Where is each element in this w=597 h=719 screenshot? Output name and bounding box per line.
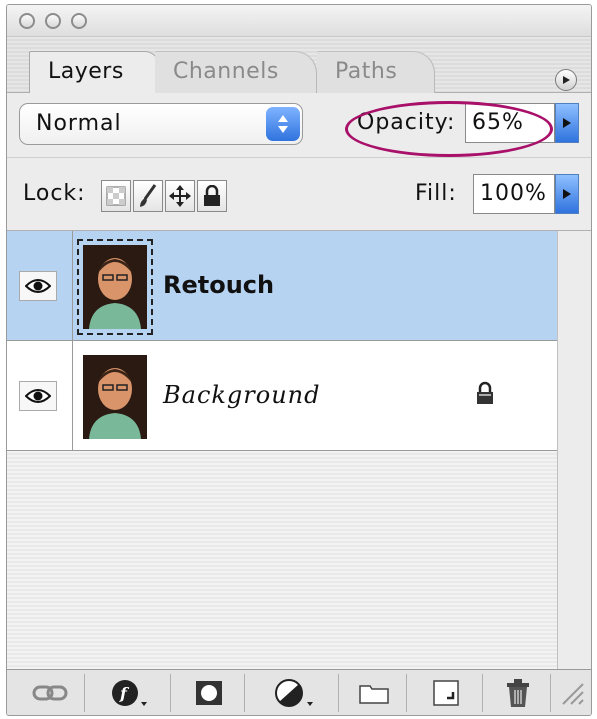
- tab-channels-label: Channels: [173, 59, 279, 84]
- layer-thumbnail: [83, 245, 147, 329]
- close-button[interactable]: [19, 13, 35, 29]
- visibility-toggle[interactable]: [19, 381, 57, 411]
- visibility-cell: [7, 231, 73, 341]
- transparency-lock-icon: [106, 186, 126, 206]
- delete-layer-button[interactable]: [485, 674, 551, 712]
- layer-row-retouch[interactable]: Retouch: [7, 231, 559, 341]
- lock-position-button[interactable]: [165, 180, 195, 212]
- link-icon: [32, 685, 67, 701]
- resize-grip[interactable]: [553, 674, 591, 712]
- resize-grip-icon: [562, 683, 584, 705]
- fill-input[interactable]: 100%: [473, 174, 555, 214]
- layers-list: Retouch Background: [7, 231, 591, 671]
- tab-paths[interactable]: Paths: [317, 51, 435, 93]
- eye-icon: [25, 279, 51, 293]
- fill-slider-button[interactable]: [555, 174, 579, 214]
- select-arrows-icon: [266, 107, 300, 141]
- lock-label: Lock:: [23, 181, 86, 206]
- padlock-icon: [477, 381, 493, 404]
- tab-paths-label: Paths: [335, 59, 398, 84]
- scrollbar-track[interactable]: [557, 231, 591, 671]
- fill-label: Fill:: [415, 181, 457, 206]
- trash-icon: [506, 679, 529, 707]
- new-group-button[interactable]: [341, 674, 407, 712]
- zoom-button[interactable]: [71, 13, 87, 29]
- minimize-button[interactable]: [45, 13, 61, 29]
- add-mask-button[interactable]: [173, 674, 245, 712]
- blend-mode-value: Normal: [36, 111, 122, 136]
- lock-image-pixels-button[interactable]: [133, 180, 163, 212]
- layer-style-icon: f: [111, 680, 147, 706]
- portrait-thumbnail-icon: [83, 245, 147, 329]
- layer-row-background[interactable]: Background: [7, 341, 559, 451]
- layer-name[interactable]: Retouch: [163, 265, 274, 305]
- tab-layers[interactable]: Layers: [29, 51, 159, 93]
- portrait-thumbnail-icon: [83, 355, 147, 439]
- opacity-slider-button[interactable]: [555, 103, 579, 143]
- lock-all-button[interactable]: [197, 180, 227, 212]
- add-layer-style-button[interactable]: f: [87, 674, 171, 712]
- visibility-toggle[interactable]: [19, 271, 57, 301]
- layer-lock-badge: [475, 381, 495, 409]
- new-adjustment-layer-button[interactable]: [247, 674, 339, 712]
- mask-icon: [195, 681, 222, 705]
- new-layer-button[interactable]: [409, 674, 483, 712]
- play-arrow-icon: [563, 118, 571, 128]
- padlock-icon: [204, 185, 220, 206]
- move-lock-icon: [169, 185, 191, 207]
- lock-fill-row: Lock: Fill: 100%: [7, 157, 591, 231]
- adjustment-layer-icon: [274, 679, 313, 707]
- layers-footer-toolbar: f: [7, 669, 591, 715]
- tab-channels[interactable]: Channels: [155, 51, 317, 93]
- tab-layers-label: Layers: [48, 59, 124, 84]
- play-arrow-icon: [563, 189, 571, 199]
- link-layers-button[interactable]: [15, 674, 85, 712]
- panel-menu-button[interactable]: [555, 69, 577, 91]
- brush-lock-icon: [140, 184, 157, 207]
- opacity-highlight-oval: [345, 101, 553, 157]
- blend-mode-select[interactable]: Normal: [19, 103, 303, 145]
- layer-name[interactable]: Background: [163, 375, 321, 415]
- new-layer-icon: [432, 680, 459, 706]
- play-arrow-icon: [563, 76, 570, 84]
- folder-icon: [358, 685, 389, 704]
- visibility-cell: [7, 341, 73, 451]
- layers-panel: Layers Channels Paths Normal Opacity: 65…: [6, 4, 592, 716]
- layer-thumbnail: [83, 355, 147, 439]
- tab-bar: Layers Channels Paths: [7, 37, 591, 93]
- title-bar: [7, 5, 591, 37]
- eye-icon: [25, 389, 51, 403]
- lock-transparent-pixels-button[interactable]: [101, 180, 131, 212]
